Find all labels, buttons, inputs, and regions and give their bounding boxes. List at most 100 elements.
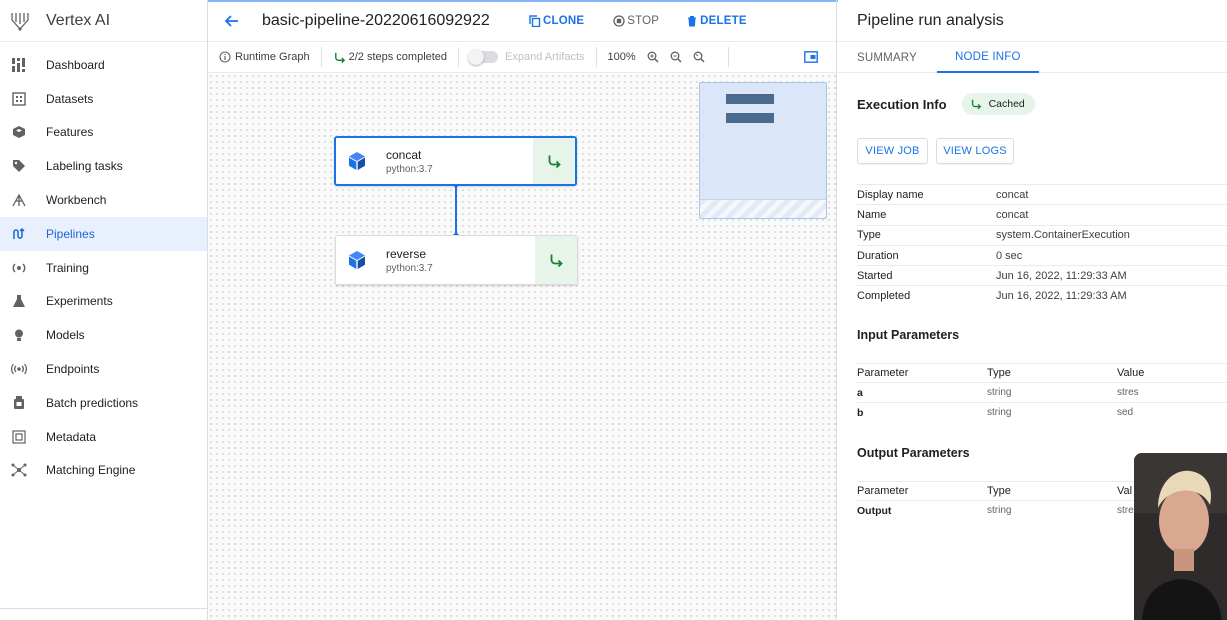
- table-header: Parameter Type Value: [857, 363, 1227, 382]
- sidebar-item-label: Matching Engine: [46, 463, 136, 478]
- param-type: string: [987, 407, 1012, 418]
- zoom-in-icon[interactable]: [647, 51, 660, 64]
- graph-edge: [455, 184, 457, 236]
- detail-row: Started Jun 16, 2022, 11:29:33 AM: [857, 265, 1227, 285]
- sidebar-item-labeling-tasks[interactable]: Labeling tasks: [0, 149, 207, 183]
- network-icon: [11, 462, 27, 478]
- stop-button[interactable]: STOP: [613, 15, 659, 27]
- param-name: a: [857, 386, 863, 399]
- zoom-reset-icon[interactable]: [693, 51, 706, 64]
- zoom-out-icon[interactable]: [670, 51, 683, 64]
- node-image: python:3.7: [386, 163, 433, 175]
- minimap-toggle-icon[interactable]: [804, 51, 818, 63]
- view-logs-button[interactable]: VIEW LOGS: [936, 138, 1014, 164]
- sidebar-item-dashboard[interactable]: Dashboard: [0, 48, 207, 82]
- cached-status-icon: [970, 98, 982, 110]
- expand-artifacts-label: Expand Artifacts: [505, 51, 585, 63]
- sidebar-item-label: Dashboard: [46, 57, 105, 72]
- detail-key: Name: [857, 208, 887, 221]
- sidebar-item-datasets[interactable]: Datasets: [0, 82, 207, 116]
- param-value: stre: [1117, 505, 1134, 516]
- detail-value: concat: [996, 208, 1029, 221]
- detail-row: Duration 0 sec: [857, 244, 1227, 265]
- graph-node-reverse[interactable]: reverse python:3.7: [335, 235, 578, 285]
- sidebar-item-label: Batch predictions: [46, 395, 139, 410]
- sidebar-item-features[interactable]: Features: [0, 116, 207, 150]
- input-parameters-table: Parameter Type Value a string stres b string…: [857, 363, 1227, 422]
- execution-info-label: Execution Info: [857, 96, 947, 112]
- presenter-video-frame: [1134, 453, 1227, 620]
- param-type: string: [987, 505, 1012, 516]
- stop-label: STOP: [627, 14, 660, 27]
- status-badge: Cached: [961, 93, 1035, 115]
- graph-node-concat[interactable]: concat python:3.7: [334, 136, 577, 186]
- runtime-graph-info[interactable]: Runtime Graph: [208, 42, 321, 73]
- sidebar-item-label: Pipelines: [46, 226, 95, 241]
- clone-button[interactable]: CLONE: [529, 15, 584, 27]
- detail-key: Started: [857, 269, 893, 282]
- webcam-overlay: [1134, 453, 1227, 620]
- status-text: Cached: [988, 98, 1025, 110]
- table-row: b string sed: [857, 402, 1227, 422]
- training-icon: [11, 260, 27, 276]
- dashboard-icon: [11, 57, 27, 73]
- param-value: sed: [1117, 407, 1134, 418]
- component-cube-icon: [349, 251, 365, 269]
- back-arrow-icon[interactable]: [223, 11, 243, 31]
- detail-value: Jun 16, 2022, 11:29:33 AM: [996, 290, 1127, 303]
- pipeline-graph-canvas[interactable]: concat python:3.7 reverse python:3.7: [208, 73, 836, 620]
- flask-icon: [11, 293, 27, 309]
- label-tag-icon: [11, 158, 27, 174]
- expand-artifacts-toggle[interactable]: [468, 49, 499, 65]
- graph-minimap[interactable]: [699, 82, 827, 219]
- sidebar-item-workbench[interactable]: Workbench: [0, 183, 207, 217]
- sidebar-item-label: Endpoints: [46, 362, 100, 377]
- column-header: Parameter: [857, 367, 909, 379]
- minimap-node: [726, 113, 774, 123]
- sidebar-item-metadata[interactable]: Metadata: [0, 420, 207, 454]
- sidebar-item-label: Workbench: [46, 193, 107, 208]
- detail-value: concat: [996, 188, 1029, 201]
- execution-info: Execution Info Cached: [857, 93, 1035, 115]
- cached-status-icon: [533, 138, 575, 184]
- app-name: Vertex AI: [46, 11, 111, 29]
- sidebar-item-matching-engine[interactable]: Matching Engine: [0, 454, 207, 488]
- detail-row: Name concat: [857, 204, 1227, 224]
- node-details-table: Display name concat Name concat Type system.C…: [857, 184, 1227, 306]
- detail-key: Duration: [857, 249, 899, 262]
- zoom-controls: 100%: [597, 42, 712, 73]
- sidebar-item-batch-predictions[interactable]: Batch predictions: [0, 386, 207, 420]
- steps-completed-label: 2/2 steps completed: [348, 51, 448, 63]
- detail-key: Type: [857, 229, 881, 242]
- expand-artifacts-control[interactable]: Expand Artifacts: [459, 42, 596, 73]
- sidebar-item-label: Labeling tasks: [46, 159, 123, 174]
- sidebar-item-pipelines[interactable]: Pipelines: [0, 216, 207, 251]
- detail-key: Completed: [857, 290, 911, 303]
- node-name: reverse: [386, 246, 427, 261]
- output-parameters-title: Output Parameters: [857, 446, 970, 460]
- param-type: string: [987, 387, 1012, 398]
- brand[interactable]: Vertex AI: [0, 0, 207, 42]
- tab-summary[interactable]: SUMMARY: [857, 42, 917, 73]
- sidebar-nav: Dashboard Datasets Features Labeling tasks W…: [0, 42, 207, 487]
- view-job-button[interactable]: VIEW JOB: [857, 138, 928, 164]
- tab-node-info[interactable]: NODE INFO: [936, 42, 1039, 73]
- param-name: b: [857, 406, 864, 419]
- node-image: python:3.7: [386, 262, 433, 274]
- sidebar-item-models[interactable]: Models: [0, 318, 207, 352]
- sidebar-item-endpoints[interactable]: Endpoints: [0, 352, 207, 386]
- page-title: basic-pipeline-20220616092922: [262, 11, 490, 29]
- trash-icon: [686, 15, 698, 27]
- table-row: a string stres: [857, 382, 1227, 402]
- delete-button[interactable]: DELETE: [686, 15, 747, 27]
- clone-label: CLONE: [543, 14, 585, 27]
- panel-title: Pipeline run analysis: [838, 0, 1227, 42]
- sidebar-item-training[interactable]: Training: [0, 251, 207, 285]
- runtime-graph-label: Runtime Graph: [235, 51, 310, 63]
- run-header: basic-pipeline-20220616092922 CLONE STOP…: [208, 0, 836, 42]
- sidebar-item-experiments[interactable]: Experiments: [0, 285, 207, 319]
- zoom-level: 100%: [607, 51, 636, 63]
- column-header: Parameter: [857, 485, 909, 497]
- detail-value: Jun 16, 2022, 11:29:33 AM: [996, 269, 1127, 282]
- stop-icon: [613, 14, 625, 27]
